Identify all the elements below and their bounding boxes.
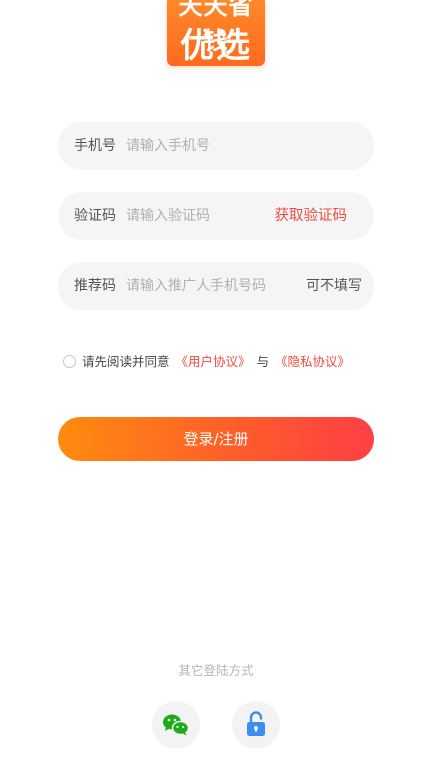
phone-input[interactable]	[126, 122, 356, 170]
agreement-prefix: 请先阅读并同意	[82, 354, 170, 369]
app-logo: 天天省钱 优选	[167, 0, 265, 66]
privacy-agreement-link[interactable]: 《隐私协议》	[275, 354, 350, 369]
wechat-icon	[163, 714, 190, 736]
wechat-login-button[interactable]	[152, 701, 200, 749]
login-register-button[interactable]: 登录/注册	[58, 417, 374, 461]
referrer-label: 推荐码	[74, 278, 116, 294]
referrer-field[interactable]: 推荐码 可不填写	[58, 262, 374, 310]
logo-text-bottom: 优选	[180, 26, 252, 66]
agreement-and: 与	[256, 354, 270, 369]
lock-icon	[247, 711, 265, 736]
referrer-input[interactable]	[126, 262, 296, 310]
referrer-optional-hint: 可不填写	[306, 278, 362, 294]
agreement-checkbox[interactable]	[63, 355, 76, 368]
phone-field[interactable]: 手机号	[58, 122, 374, 170]
code-input[interactable]	[126, 192, 266, 240]
login-page: 天天省钱 优选 手机号 验证码 获取验证码 推荐码 可不填写 请先阅读并同意《用…	[0, 0, 432, 768]
code-label: 验证码	[74, 208, 116, 224]
agreement-row: 请先阅读并同意 《用户协议》与《隐私协议》	[63, 352, 350, 372]
phone-label: 手机号	[74, 138, 116, 154]
password-login-button[interactable]	[232, 701, 280, 749]
verification-code-field[interactable]: 验证码 获取验证码	[58, 192, 374, 240]
other-login-title: 其它登陆方式	[178, 663, 254, 678]
user-agreement-link[interactable]: 《用户协议》	[176, 354, 251, 369]
get-code-button[interactable]: 获取验证码	[275, 192, 348, 240]
